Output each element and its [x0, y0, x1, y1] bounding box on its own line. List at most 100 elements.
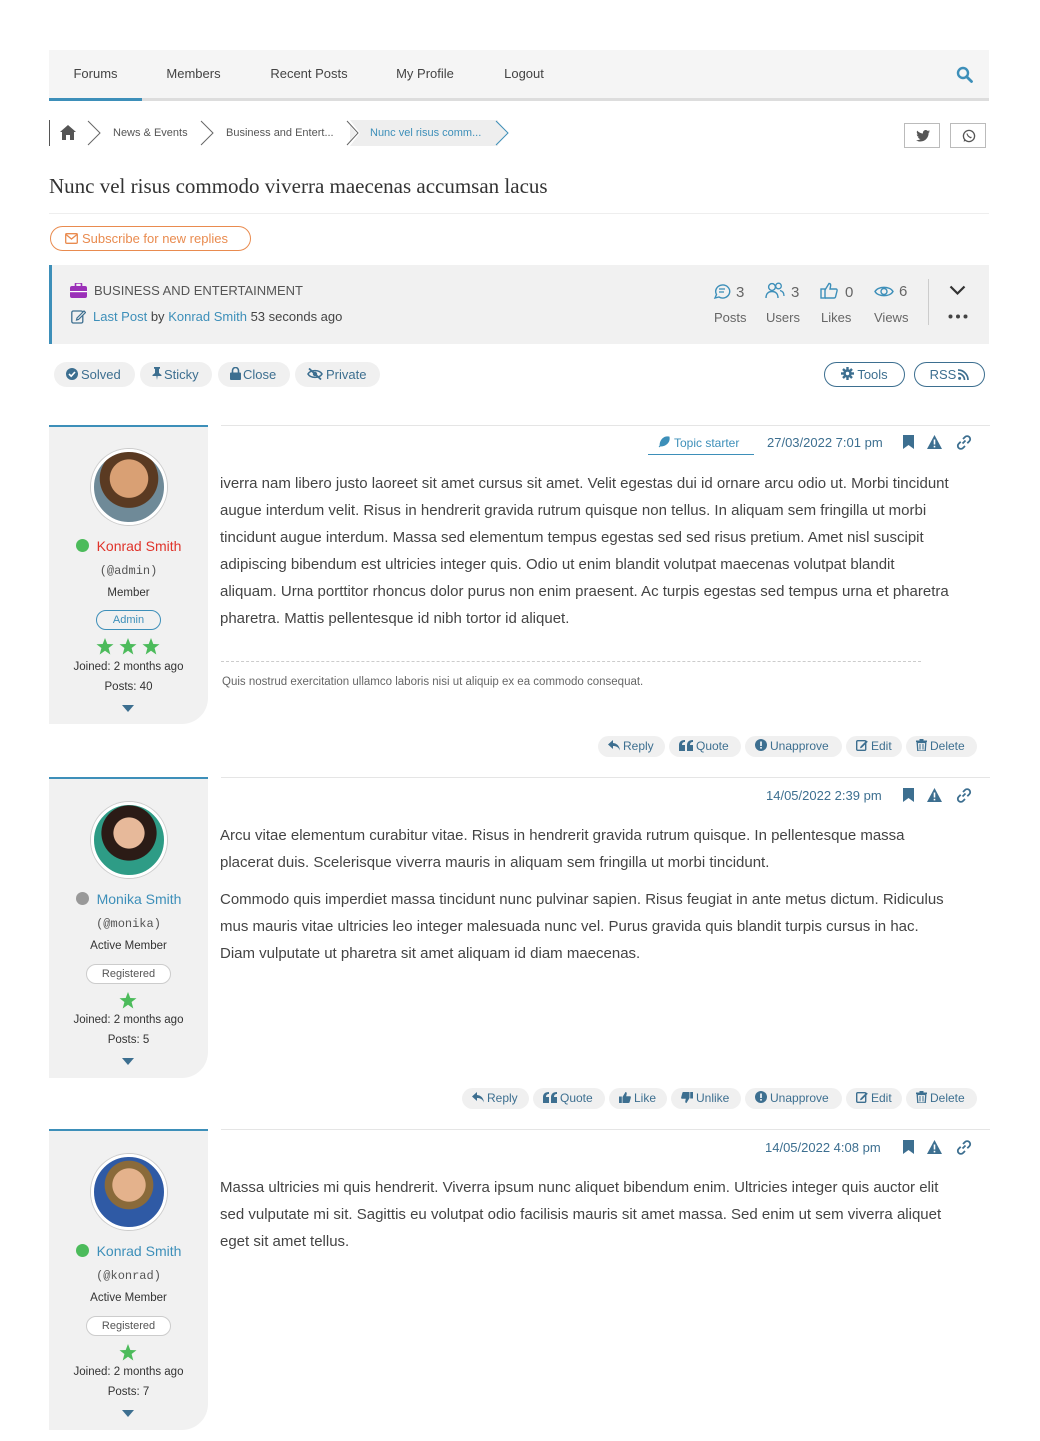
author-handle: (@admin) [99, 564, 158, 578]
post-paragraph: Commodo quis imperdiet massa tincidunt n… [220, 891, 944, 962]
subscribe-label: Subscribe for new replies [82, 231, 228, 246]
nav-forums[interactable]: Forums [49, 50, 142, 101]
twitter-share-button[interactable] [904, 123, 940, 148]
sticky-button[interactable]: Sticky [140, 362, 212, 387]
posts-icon [713, 284, 731, 300]
edit-button[interactable]: Edit [846, 736, 902, 757]
avatar[interactable] [91, 802, 167, 878]
chevron-right-icon [87, 120, 101, 146]
unapprove-label: Unapprove [770, 739, 829, 753]
author-post-count: Posts: 5 [107, 1034, 150, 1046]
author-handle: (@monika) [96, 917, 161, 931]
warning-icon[interactable] [927, 1140, 942, 1154]
nav-logout[interactable]: Logout [495, 50, 553, 101]
bookmark-icon[interactable] [903, 788, 914, 802]
reply-button[interactable]: Reply [598, 736, 665, 757]
private-button[interactable]: Private [295, 362, 380, 387]
envelope-icon [65, 233, 78, 244]
author-name[interactable]: Konrad Smith [49, 538, 208, 554]
nav-members[interactable]: Members [153, 50, 234, 101]
edit-icon [856, 740, 868, 751]
close-button[interactable]: Close [218, 362, 290, 387]
topic-starter-label: Topic starter [674, 436, 740, 450]
whatsapp-share-button[interactable] [950, 123, 986, 148]
avatar[interactable] [91, 1154, 167, 1230]
eye-slash-icon [307, 368, 323, 380]
link-icon[interactable] [956, 435, 972, 450]
post-date[interactable]: 14/05/2022 2:39 pm [766, 788, 882, 803]
more-options-icon[interactable] [948, 314, 968, 319]
rss-button[interactable]: RSS [914, 362, 985, 387]
author-name[interactable]: Konrad Smith [49, 1243, 208, 1259]
unlike-button[interactable]: Unlike [671, 1088, 741, 1109]
post-body: iverra nam libero justo laoreet sit amet… [220, 470, 955, 632]
quote-button[interactable]: Quote [669, 736, 741, 757]
views-count: 6 [899, 283, 908, 300]
reply-label: Reply [623, 739, 654, 753]
solved-button[interactable]: Solved [54, 362, 135, 387]
exclamation-circle-icon [755, 739, 767, 751]
author-rank: Active Member [90, 940, 167, 952]
solved-label: Solved [81, 367, 121, 382]
unapprove-button[interactable]: Unapprove [745, 1088, 842, 1109]
delete-button[interactable]: Delete [906, 736, 977, 757]
feather-icon [658, 436, 670, 448]
posts-label: Posts [714, 310, 747, 325]
chevron-down-icon[interactable] [949, 285, 966, 296]
home-icon[interactable] [60, 125, 76, 140]
unlike-label: Unlike [696, 1091, 730, 1105]
quote-label: Quote [560, 1091, 593, 1105]
online-indicator [75, 1244, 89, 1257]
link-icon[interactable] [956, 788, 972, 803]
like-button[interactable]: Like [609, 1088, 667, 1109]
bookmark-icon[interactable] [903, 435, 914, 449]
author-name-text: Monika Smith [96, 891, 182, 907]
delete-button[interactable]: Delete [906, 1088, 977, 1109]
last-post-author[interactable]: Konrad Smith [168, 309, 247, 324]
caret-down-icon[interactable] [122, 1058, 134, 1065]
avatar[interactable] [91, 449, 167, 525]
subscribe-button[interactable]: Subscribe for new replies [50, 226, 251, 251]
post-author-card: Konrad Smith (@konrad) Active Member Reg… [49, 1129, 208, 1430]
nav-my-profile[interactable]: My Profile [387, 50, 463, 101]
edit-button[interactable]: Edit [846, 1088, 902, 1109]
edit-icon [71, 310, 86, 324]
post-date[interactable]: 27/03/2022 7:01 pm [767, 435, 883, 450]
tools-button[interactable]: Tools [824, 362, 905, 387]
posts-count: 3 [736, 284, 745, 301]
breadcrumb: News & Events Business and Entert... Nun… [49, 120, 519, 146]
forum-name[interactable]: BUSINESS AND ENTERTAINMENT [94, 283, 303, 298]
quote-button[interactable]: Quote [533, 1088, 605, 1109]
caret-down-icon[interactable] [122, 1410, 134, 1417]
topic-title: Nunc vel risus commodo viverra maecenas … [49, 174, 989, 214]
close-label: Close [243, 367, 277, 382]
reply-button[interactable]: Reply [462, 1088, 529, 1109]
reply-icon [608, 740, 620, 751]
warning-icon[interactable] [927, 435, 942, 449]
breadcrumb-news-events[interactable]: News & Events [113, 120, 188, 146]
role-badge: Registered [86, 1316, 171, 1336]
warning-icon[interactable] [927, 788, 942, 802]
caret-down-icon[interactable] [122, 705, 134, 712]
bookmark-icon[interactable] [903, 1140, 914, 1154]
post-date[interactable]: 14/05/2022 4:08 pm [765, 1140, 881, 1155]
search-icon[interactable] [956, 66, 973, 83]
gear-icon [841, 367, 855, 380]
likes-label: Likes [821, 310, 852, 325]
last-post-line: Last Post by Konrad Smith 53 seconds ago [93, 309, 342, 324]
author-rank: Member [107, 587, 150, 599]
last-post-link[interactable]: Last Post [93, 309, 147, 324]
unapprove-button[interactable]: Unapprove [745, 736, 842, 757]
nav-recent-posts[interactable]: Recent Posts [259, 50, 359, 101]
post-divider [221, 425, 990, 427]
users-icon [765, 282, 785, 299]
quote-icon [543, 1092, 557, 1103]
users-label: Users [766, 310, 800, 325]
like-label: Like [634, 1091, 657, 1105]
delete-label: Delete [930, 739, 965, 753]
breadcrumb-business[interactable]: Business and Entert... [226, 120, 334, 146]
link-icon[interactable] [956, 1140, 972, 1155]
author-name[interactable]: Monika Smith [49, 891, 208, 907]
exclamation-circle-icon [755, 1091, 767, 1103]
author-rank: Active Member [90, 1292, 167, 1304]
